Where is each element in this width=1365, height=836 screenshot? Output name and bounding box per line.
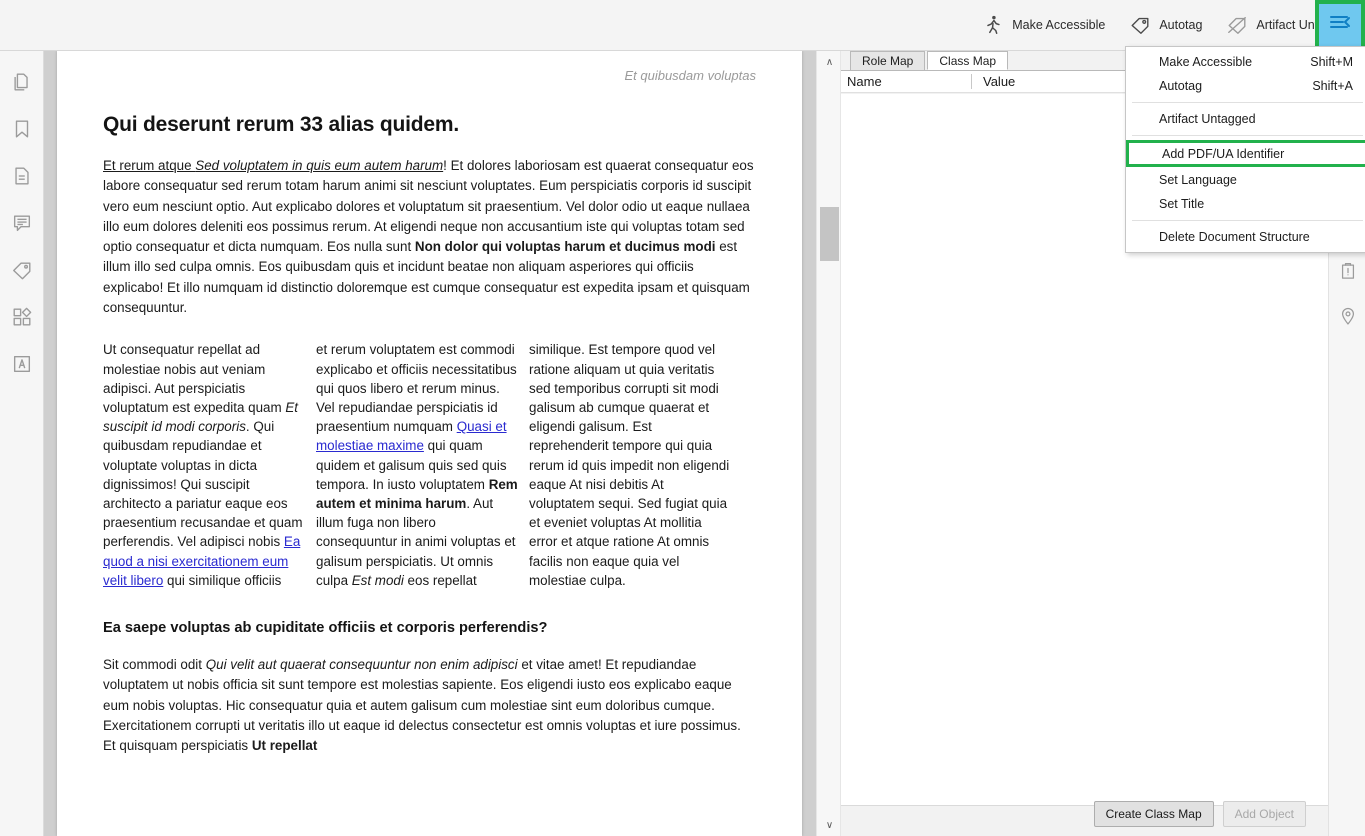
lead-italic: Sed voluptatem in quis eum autem harum (195, 158, 444, 173)
create-class-map-button[interactable]: Create Class Map (1093, 800, 1214, 827)
scroll-up-arrow[interactable]: ∧ (817, 51, 842, 73)
toolbar-autotag-label: Autotag (1159, 18, 1203, 32)
comments-icon (11, 212, 33, 239)
menu-item-add-pdfua-identifier-label: Add PDF/UA Identifier (1162, 146, 1285, 161)
menu-item-delete-document-structure[interactable]: Delete Document Structure (1126, 225, 1365, 249)
menu-item-delete-document-structure-label: Delete Document Structure (1159, 230, 1310, 244)
tag-icon (1129, 14, 1151, 36)
rail-item-location[interactable] (1329, 296, 1365, 341)
page-title: Qui deserunt rerum 33 alias quidem. (103, 113, 459, 136)
sidebar-item-comments[interactable] (0, 202, 44, 249)
lead-plain: Et rerum atque (103, 158, 196, 173)
document-icon (11, 165, 33, 192)
menu-item-make-accessible-label: Make Accessible (1159, 55, 1253, 69)
paragraph-bold: Non dolor qui voluptas harum et ducimus … (414, 239, 716, 255)
paragraph-underlined-lead: Et rerum atque Sed voluptatem in quis eu… (103, 158, 443, 173)
bookmarks-icon (11, 118, 33, 145)
menu-separator (1132, 135, 1363, 136)
sidebar-item-bookmarks[interactable] (0, 108, 44, 155)
para2-bold: Ut repellat (251, 738, 318, 754)
sidebar-item-document[interactable] (0, 155, 44, 202)
layers-icon (11, 306, 33, 333)
menu-item-make-accessible[interactable]: Make Accessible Shift+M (1126, 50, 1365, 74)
menu-item-autotag-shortcut: Shift+A (1312, 79, 1353, 93)
col1-text-b: . Qui quibusdam repudiandae et voluptate… (103, 419, 303, 550)
column-header-name: Name (847, 74, 882, 89)
sidebar-item-tags[interactable] (0, 249, 44, 296)
menu-collapse-icon (1328, 11, 1352, 40)
sidebar-item-page-thumbnails[interactable] (0, 61, 44, 108)
column-3: similique. Est tempore quod vel ratione … (529, 340, 732, 590)
col3-text: similique. Est tempore quod vel ratione … (529, 342, 730, 588)
accessibility-dropdown-menu: Make Accessible Shift+M Autotag Shift+A … (1125, 46, 1365, 253)
tag-slash-icon (1226, 14, 1248, 36)
menu-item-set-title[interactable]: Set Title (1126, 192, 1365, 216)
para2-italic: Qui velit aut quaerat consequuntur non e… (205, 657, 518, 673)
toolbar-make-accessible-label: Make Accessible (1012, 18, 1106, 32)
menu-item-set-language[interactable]: Set Language (1126, 168, 1365, 192)
sidebar-item-accessibility[interactable] (0, 343, 44, 390)
three-column-block: Ut consequatur repellat ad molestiae nob… (103, 340, 756, 590)
sidebar-item-layers[interactable] (0, 296, 44, 343)
col1-text-a: Ut consequatur repellat ad molestiae nob… (103, 342, 286, 415)
accessibility-letter-icon (11, 353, 33, 380)
accessibility-menu-button[interactable] (1315, 0, 1365, 51)
toolbar-make-accessible[interactable]: Make Accessible (970, 0, 1117, 51)
panel-footer: Create Class Map Add Object (841, 791, 1328, 836)
menu-item-artifact-untagged-label: Artifact Untagged (1159, 112, 1256, 126)
menu-item-artifact-untagged[interactable]: Artifact Untagged (1126, 107, 1365, 131)
top-toolbar: Make Accessible Autotag Artifact Untagge… (0, 0, 1365, 51)
column-2: et rerum voluptatem est commodi explicab… (316, 340, 519, 590)
tab-role-map[interactable]: Role Map (850, 51, 926, 70)
page-thumbnails-icon (11, 71, 33, 98)
body-paragraph-1: Et rerum atque Sed voluptatem in quis eu… (103, 156, 756, 318)
tab-class-map[interactable]: Class Map (927, 51, 1009, 70)
col2-text-d: eos repellat (403, 572, 477, 588)
para2-lead: Sit commodi odit (103, 657, 206, 673)
toolbar-autotag[interactable]: Autotag (1117, 0, 1214, 51)
clipboard-alert-icon (1338, 261, 1358, 286)
menu-item-make-accessible-shortcut: Shift+M (1310, 55, 1353, 69)
column-header-value: Value (983, 74, 1016, 89)
add-object-button: Add Object (1222, 800, 1306, 827)
scrollbar-thumb[interactable] (820, 207, 839, 261)
scroll-down-arrow[interactable]: ∨ (817, 814, 842, 836)
menu-item-add-pdfua-identifier[interactable]: Add PDF/UA Identifier (1126, 140, 1365, 167)
app-root: Make Accessible Autotag Artifact Untagge… (0, 0, 1365, 836)
location-pin-icon (1338, 306, 1358, 331)
running-head: Et quibusdam voluptas (624, 68, 756, 83)
col2-italic: Est modi (351, 572, 404, 588)
menu-item-autotag[interactable]: Autotag Shift+A (1126, 74, 1365, 98)
left-tool-rail (0, 51, 44, 836)
tags-icon (11, 259, 33, 286)
document-scrollbar[interactable]: ∧ ∨ (816, 51, 841, 836)
rail-item-clipboard-alert[interactable] (1329, 251, 1365, 296)
menu-separator (1132, 102, 1363, 103)
pdf-page: Et quibusdam voluptas Qui deserunt rerum… (57, 51, 802, 836)
document-viewport: Et quibusdam voluptas Qui deserunt rerum… (44, 51, 816, 836)
accessibility-person-icon (982, 14, 1004, 36)
body-paragraph-2: Sit commodi odit Qui velit aut quaerat c… (103, 655, 756, 756)
column-1: Ut consequatur repellat ad molestiae nob… (103, 340, 306, 590)
col1-text-c: qui similique officiis (163, 572, 282, 588)
menu-item-set-language-label: Set Language (1159, 173, 1237, 187)
menu-separator (1132, 220, 1363, 221)
menu-item-autotag-label: Autotag (1159, 79, 1203, 93)
menu-item-set-title-label: Set Title (1159, 197, 1205, 211)
section-heading-2: Ea saepe voluptas ab cupiditate officiis… (103, 620, 548, 637)
